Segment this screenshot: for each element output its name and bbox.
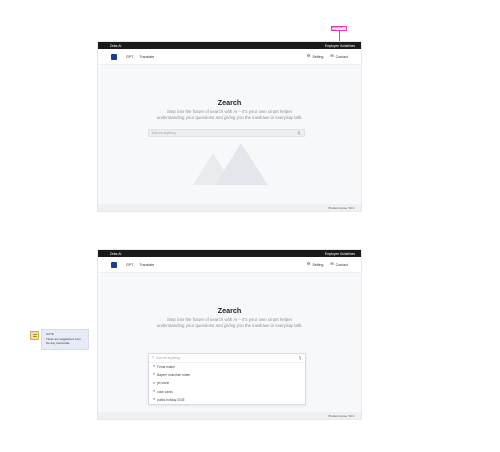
- mic-icon[interactable]: 🎙︎: [298, 356, 302, 360]
- brand-label: Zeiss AI: [110, 43, 122, 48]
- employee-guidelines-link[interactable]: Employee Guidelines: [325, 44, 355, 48]
- contact-button[interactable]: ✉ Contact: [330, 53, 348, 59]
- mic-icon[interactable]: 🎙︎: [297, 131, 301, 135]
- search-icon: ⌕: [152, 355, 155, 360]
- search-icon: ⌕: [153, 364, 156, 369]
- search-icon: ⌕: [153, 388, 156, 393]
- gear-icon: ⚙: [306, 53, 311, 58]
- search-placeholder: Ask me anything: [152, 131, 176, 135]
- frame-default: Zeiss AI Employee Guidelines GPT Transla…: [97, 41, 362, 212]
- search-placeholder: Ask me anything: [156, 356, 180, 360]
- version-label: Product name V0.3: [328, 413, 354, 418]
- page-subtitle: Step into the future of search with AI –…: [98, 109, 361, 121]
- top-bar: Zeiss AI Employee Guidelines: [98, 42, 361, 49]
- page-title: Zearch: [217, 306, 242, 315]
- nav-link-gpt[interactable]: GPT: [126, 55, 133, 59]
- suggestion-label: Bayern munchen rotten: [157, 373, 191, 378]
- footer: Product name V0.3: [98, 204, 361, 211]
- suggestion-item[interactable]: ⌕ Bayern munchen rotten: [149, 371, 305, 379]
- brand-label: Zeiss AI: [110, 251, 122, 256]
- footer: Product name V0.3: [98, 412, 361, 419]
- suggestion-label: Fema match: [157, 365, 175, 370]
- settings-label: Setting: [312, 262, 324, 267]
- note-title: NOTE: [46, 332, 54, 336]
- search-icon: ⌕: [153, 372, 156, 377]
- page-title: Zearch: [217, 98, 242, 107]
- search-input[interactable]: ⌕ Ask me anything 🎙︎: [149, 354, 305, 363]
- nav-link-translate[interactable]: Translate: [139, 55, 154, 59]
- contact-label: Contact: [335, 54, 348, 59]
- version-label: Product name V0.3: [328, 205, 354, 210]
- note-text: These are suggestions from the day, favo…: [46, 337, 81, 345]
- suggestion-item[interactable]: ⌕ coke cards: [149, 388, 305, 396]
- zeiss-logo[interactable]: [111, 261, 117, 268]
- nav-bar: GPT Translate ⚙ Setting ✉ Contact: [98, 257, 361, 273]
- gear-icon: ⚙: [306, 261, 311, 266]
- employee-guidelines-link[interactable]: Employee Guidelines: [325, 252, 355, 256]
- main-content: Zearch Step into the future of search wi…: [98, 65, 361, 205]
- contact-label: Contact: [335, 262, 348, 267]
- mountains-illustration: [193, 143, 268, 185]
- top-bar: Zeiss AI Employee Guidelines: [98, 250, 361, 257]
- settings-button[interactable]: ⚙ Setting: [306, 53, 324, 59]
- page-subtitle: Step into the future of search with AI –…: [98, 317, 361, 329]
- nav-bar: GPT Translate ⚙ Setting ✉ Contact: [98, 49, 361, 65]
- note-icon: [30, 331, 39, 340]
- zeiss-logo[interactable]: [111, 53, 117, 60]
- frame-suggestions: Zeiss AI Employee Guidelines GPT Transla…: [97, 249, 362, 420]
- note-card: NOTE These are suggestions from the day,…: [41, 329, 89, 350]
- search-dropdown: ⌕ Ask me anything 🎙︎ ⌕ Fema match ⌕ Bayern…: [148, 353, 306, 405]
- suggestion-item[interactable]: ⌕ Fema match: [149, 363, 305, 371]
- subtitle-text: Step into the future of search with AI –…: [156, 109, 303, 120]
- settings-button[interactable]: ⚙ Setting: [306, 261, 324, 267]
- mail-icon: ✉: [330, 261, 334, 266]
- contact-button[interactable]: ✉ Contact: [330, 261, 348, 267]
- suggestion-label: public holiday 2025: [157, 397, 185, 402]
- suggestion-item[interactable]: ⌕ public holiday 2025: [149, 396, 305, 404]
- main-content: Zearch Step into the future of search wi…: [98, 273, 361, 413]
- nav-link-translate[interactable]: Translate: [139, 263, 154, 267]
- nav-link-gpt[interactable]: GPT: [126, 263, 133, 267]
- search-icon: ⌕: [153, 396, 156, 401]
- suggestion-label: jet stone: [157, 381, 170, 386]
- search-input[interactable]: Ask me anything 🎙︎: [148, 129, 305, 137]
- subtitle-text: Step into the future of search with AI –…: [156, 317, 303, 328]
- settings-label: Setting: [312, 54, 324, 59]
- mail-icon: ✉: [330, 53, 334, 58]
- suggestion-label: coke cards: [157, 389, 173, 394]
- annotation-connector: [339, 31, 340, 41]
- search-icon: ⌕: [153, 380, 156, 385]
- suggestion-item[interactable]: ⌕ jet stone: [149, 379, 305, 387]
